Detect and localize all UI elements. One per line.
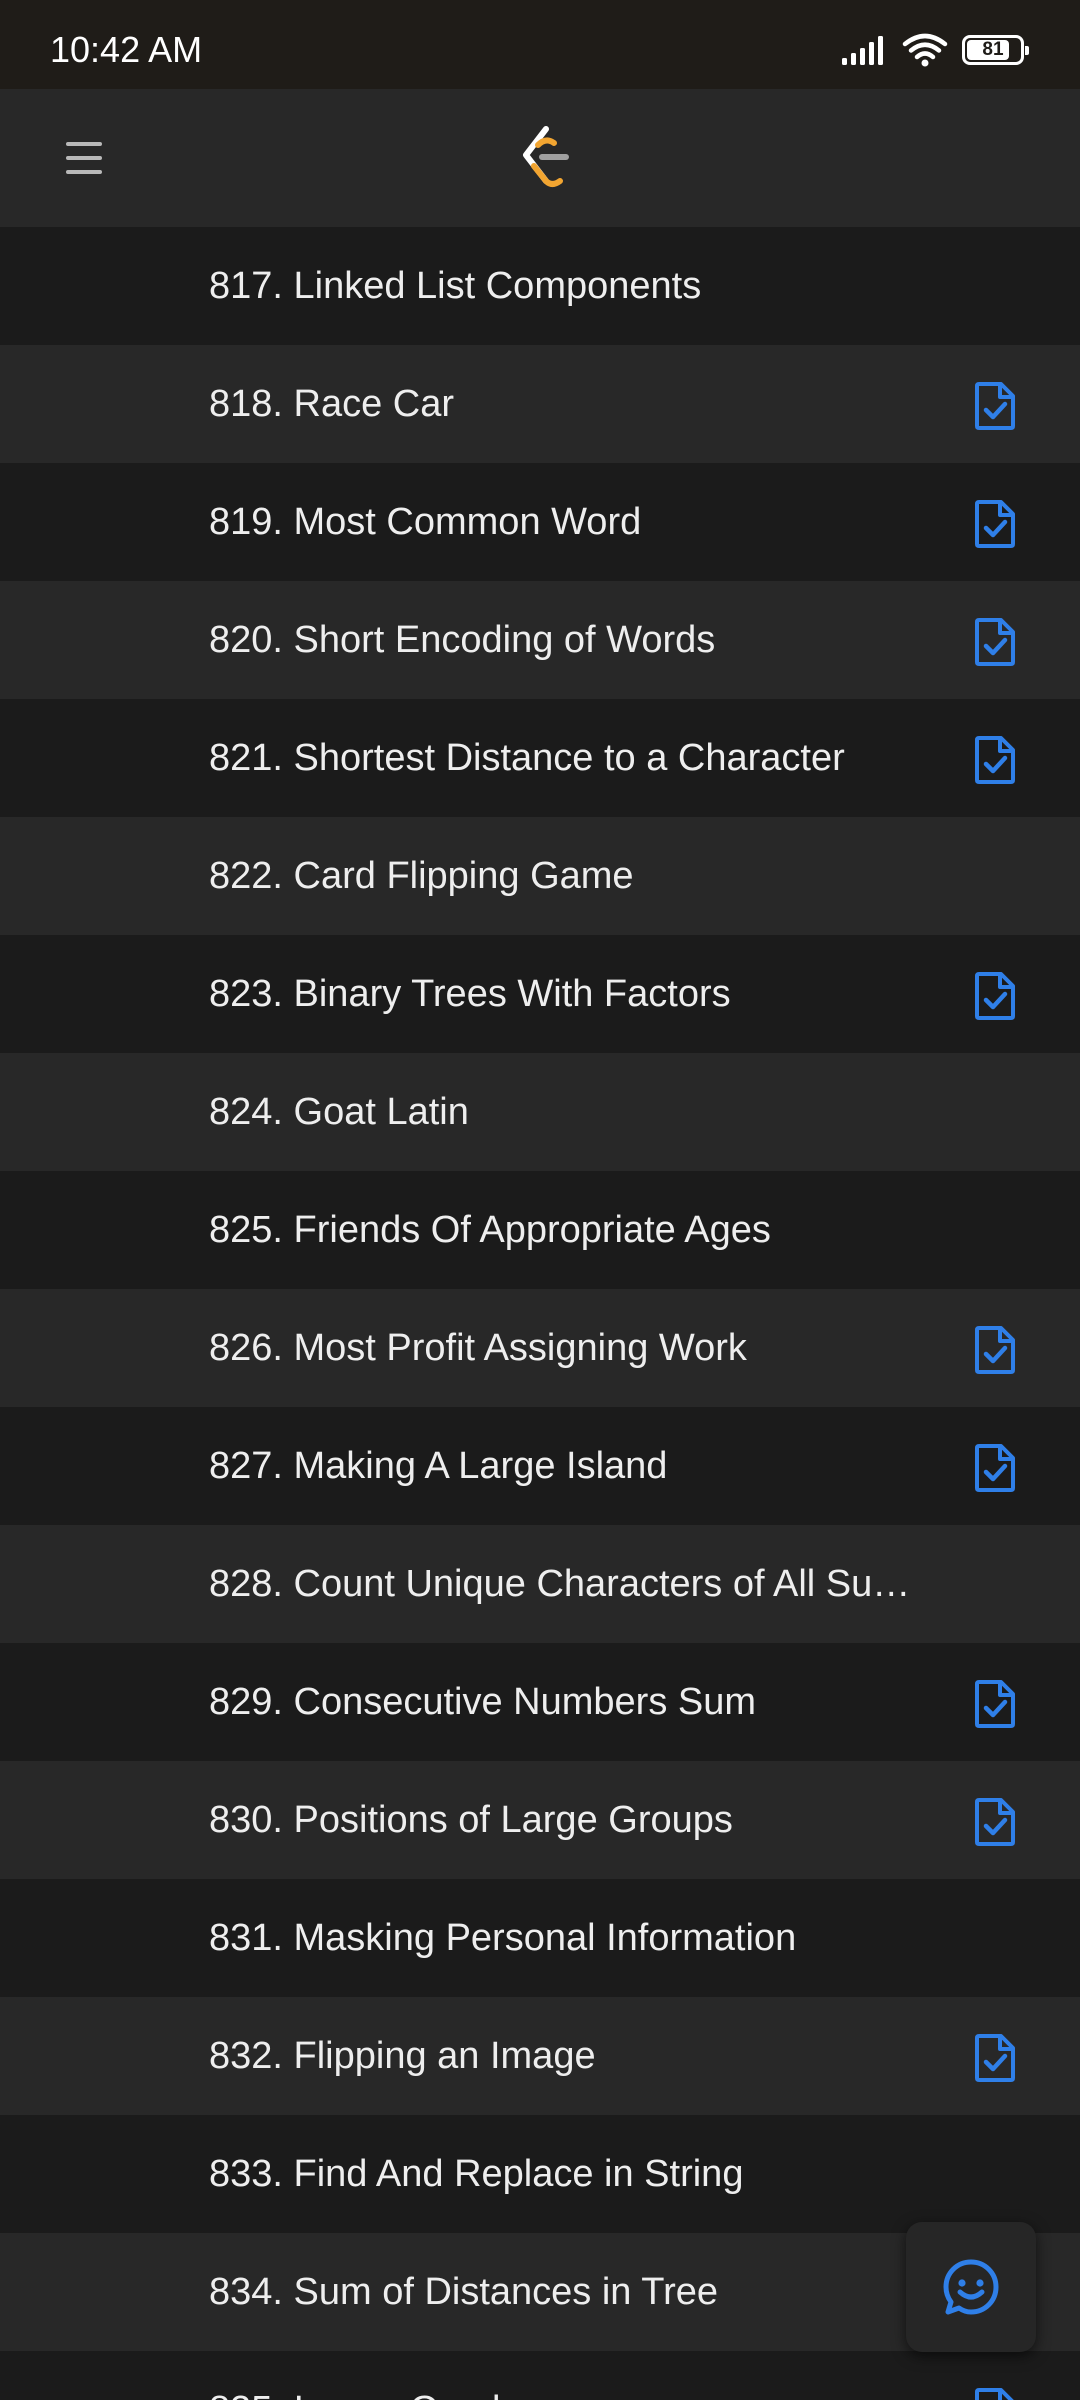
problem-row[interactable]: 820. Short Encoding of Words xyxy=(0,581,1080,699)
problem-row[interactable]: 826. Most Profit Assigning Work xyxy=(0,1289,1080,1407)
problem-title: 829. Consecutive Numbers Sum xyxy=(209,1681,757,1723)
status-time: 10:42 AM xyxy=(50,29,203,70)
problem-row[interactable]: 832. Flipping an Image xyxy=(0,1997,1080,2115)
problem-title: 820. Short Encoding of Words xyxy=(209,619,716,661)
solved-document-check-icon[interactable] xyxy=(972,1443,1018,1493)
problem-title: 827. Making A Large Island xyxy=(209,1445,668,1487)
problem-title: 823. Binary Trees With Factors xyxy=(209,973,731,1015)
problem-title: 819. Most Common Word xyxy=(209,501,642,543)
problem-title: 828. Count Unique Characters of All Sub… xyxy=(209,1563,929,1605)
cellular-signal-icon xyxy=(842,36,883,65)
solved-document-check-icon[interactable] xyxy=(972,1797,1018,1847)
app-screen: 10:42 AM 81 817. Linked List Components … xyxy=(0,0,1080,2400)
problem-row[interactable]: 831. Masking Personal Information xyxy=(0,1879,1080,1997)
problem-title: 818. Race Car xyxy=(209,383,455,425)
chat-smiley-icon xyxy=(943,2259,999,2315)
problem-title: 825. Friends Of Appropriate Ages xyxy=(209,1209,771,1251)
solved-document-check-icon[interactable] xyxy=(972,2033,1018,2083)
status-icons: 81 xyxy=(840,28,1029,72)
leetcode-logo-icon[interactable] xyxy=(516,125,576,191)
battery-tip xyxy=(1025,46,1029,55)
solved-document-check-icon[interactable] xyxy=(972,617,1018,667)
problem-row[interactable]: 819. Most Common Word xyxy=(0,463,1080,581)
problem-title: 834. Sum of Distances in Tree xyxy=(209,2271,719,2313)
problem-title: 830. Positions of Large Groups xyxy=(209,1799,733,1841)
problem-row[interactable]: 821. Shortest Distance to a Character xyxy=(0,699,1080,817)
problem-list: 817. Linked List Components 818. Race Car… xyxy=(0,227,1080,2400)
problem-title: 824. Goat Latin xyxy=(209,1091,469,1133)
problem-row[interactable]: 827. Making A Large Island xyxy=(0,1407,1080,1525)
battery-icon: 81 xyxy=(962,35,1029,65)
hamburger-menu-icon[interactable] xyxy=(52,126,116,190)
problem-row[interactable]: 835. Image Overlap xyxy=(0,2351,1080,2400)
solved-document-check-icon[interactable] xyxy=(972,2387,1018,2400)
status-bar: 10:42 AM 81 xyxy=(0,0,1080,89)
wifi-icon xyxy=(902,33,948,67)
problem-row[interactable]: 829. Consecutive Numbers Sum xyxy=(0,1643,1080,1761)
problem-row[interactable]: 818. Race Car xyxy=(0,345,1080,463)
problem-row[interactable]: 822. Card Flipping Game xyxy=(0,817,1080,935)
problem-row[interactable]: 824. Goat Latin xyxy=(0,1053,1080,1171)
solved-document-check-icon[interactable] xyxy=(972,1325,1018,1375)
solved-document-check-icon[interactable] xyxy=(972,499,1018,549)
problem-row[interactable]: 825. Friends Of Appropriate Ages xyxy=(0,1171,1080,1289)
problem-row[interactable]: 823. Binary Trees With Factors xyxy=(0,935,1080,1053)
problem-title: 832. Flipping an Image xyxy=(209,2035,596,2077)
solved-document-check-icon[interactable] xyxy=(972,971,1018,1021)
problem-title: 835. Image Overlap xyxy=(209,2351,929,2400)
problem-title: 821. Shortest Distance to a Character xyxy=(209,737,845,779)
problem-title: 822. Card Flipping Game xyxy=(209,855,634,897)
problem-row[interactable]: 817. Linked List Components xyxy=(0,227,1080,345)
problem-row[interactable]: 828. Count Unique Characters of All Sub… xyxy=(0,1525,1080,1643)
solved-document-check-icon[interactable] xyxy=(972,735,1018,785)
app-bar xyxy=(0,89,1080,227)
problem-title: 826. Most Profit Assigning Work xyxy=(209,1327,747,1369)
battery-level-text: 81 xyxy=(982,39,1004,60)
problem-title: 817. Linked List Components xyxy=(209,265,702,307)
problem-title: 833. Find And Replace in String xyxy=(209,2153,744,2195)
solved-document-check-icon[interactable] xyxy=(972,1679,1018,1729)
problem-row[interactable]: 833. Find And Replace in String xyxy=(0,2115,1080,2233)
solved-document-check-icon[interactable] xyxy=(972,381,1018,431)
problem-title: 831. Masking Personal Information xyxy=(209,1917,797,1959)
problem-row[interactable]: 830. Positions of Large Groups xyxy=(0,1761,1080,1879)
feedback-chat-button[interactable] xyxy=(906,2222,1036,2352)
